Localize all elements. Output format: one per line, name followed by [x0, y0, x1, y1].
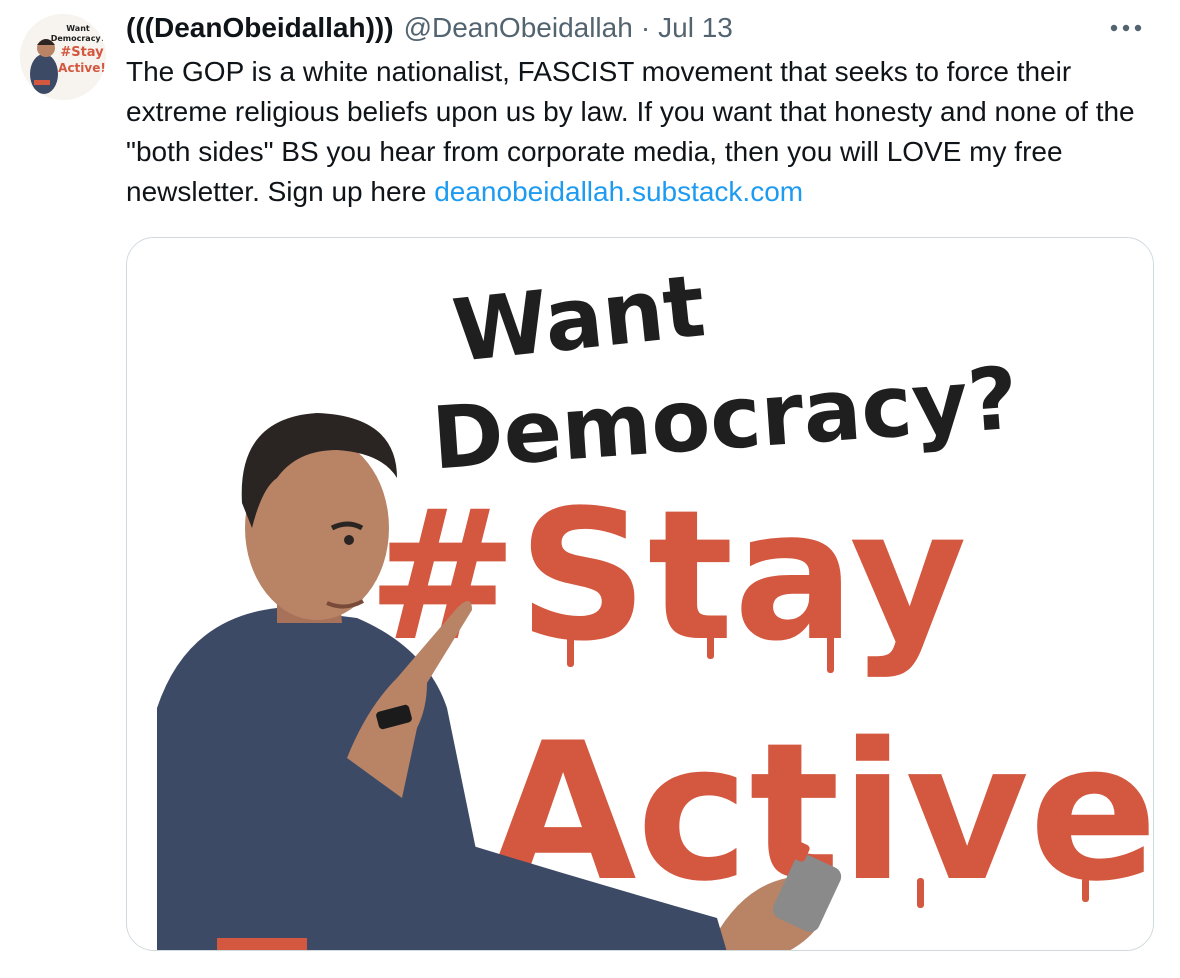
avatar-want-text: Want — [66, 24, 90, 33]
media-illustration: Want Democracy? #Stay Active! — [127, 238, 1153, 950]
avatar-democracy-text: Democracy? — [51, 34, 106, 43]
avatar-active-text: Active! — [58, 61, 106, 75]
more-options-icon — [1110, 24, 1142, 32]
tweet-text: The GOP is a white nationalist, FASCIST … — [126, 52, 1156, 212]
tweet-header: (((DeanObeidallah))) @DeanObeidallah · J… — [126, 10, 1110, 46]
user-handle[interactable]: @DeanObeidallah — [404, 12, 633, 44]
tweet: Want Democracy? #Stay Active! (((DeanObe… — [0, 0, 1180, 978]
stay-text: #Stay — [367, 472, 967, 681]
more-options-button[interactable] — [1106, 12, 1146, 44]
display-name[interactable]: (((DeanObeidallah))) — [126, 12, 394, 44]
profile-avatar-icon: Want Democracy? #Stay Active! — [20, 14, 106, 100]
separator-dot: · — [640, 12, 651, 43]
newsletter-link[interactable]: deanobeidallah.substack.com — [434, 176, 803, 207]
timestamp[interactable]: Jul 13 — [658, 12, 733, 44]
avatar-stay-text: #Stay — [60, 45, 104, 60]
profile-avatar[interactable]: Want Democracy? #Stay Active! — [20, 14, 106, 100]
tweet-media-image[interactable]: Want Democracy? #Stay Active! — [126, 237, 1154, 951]
